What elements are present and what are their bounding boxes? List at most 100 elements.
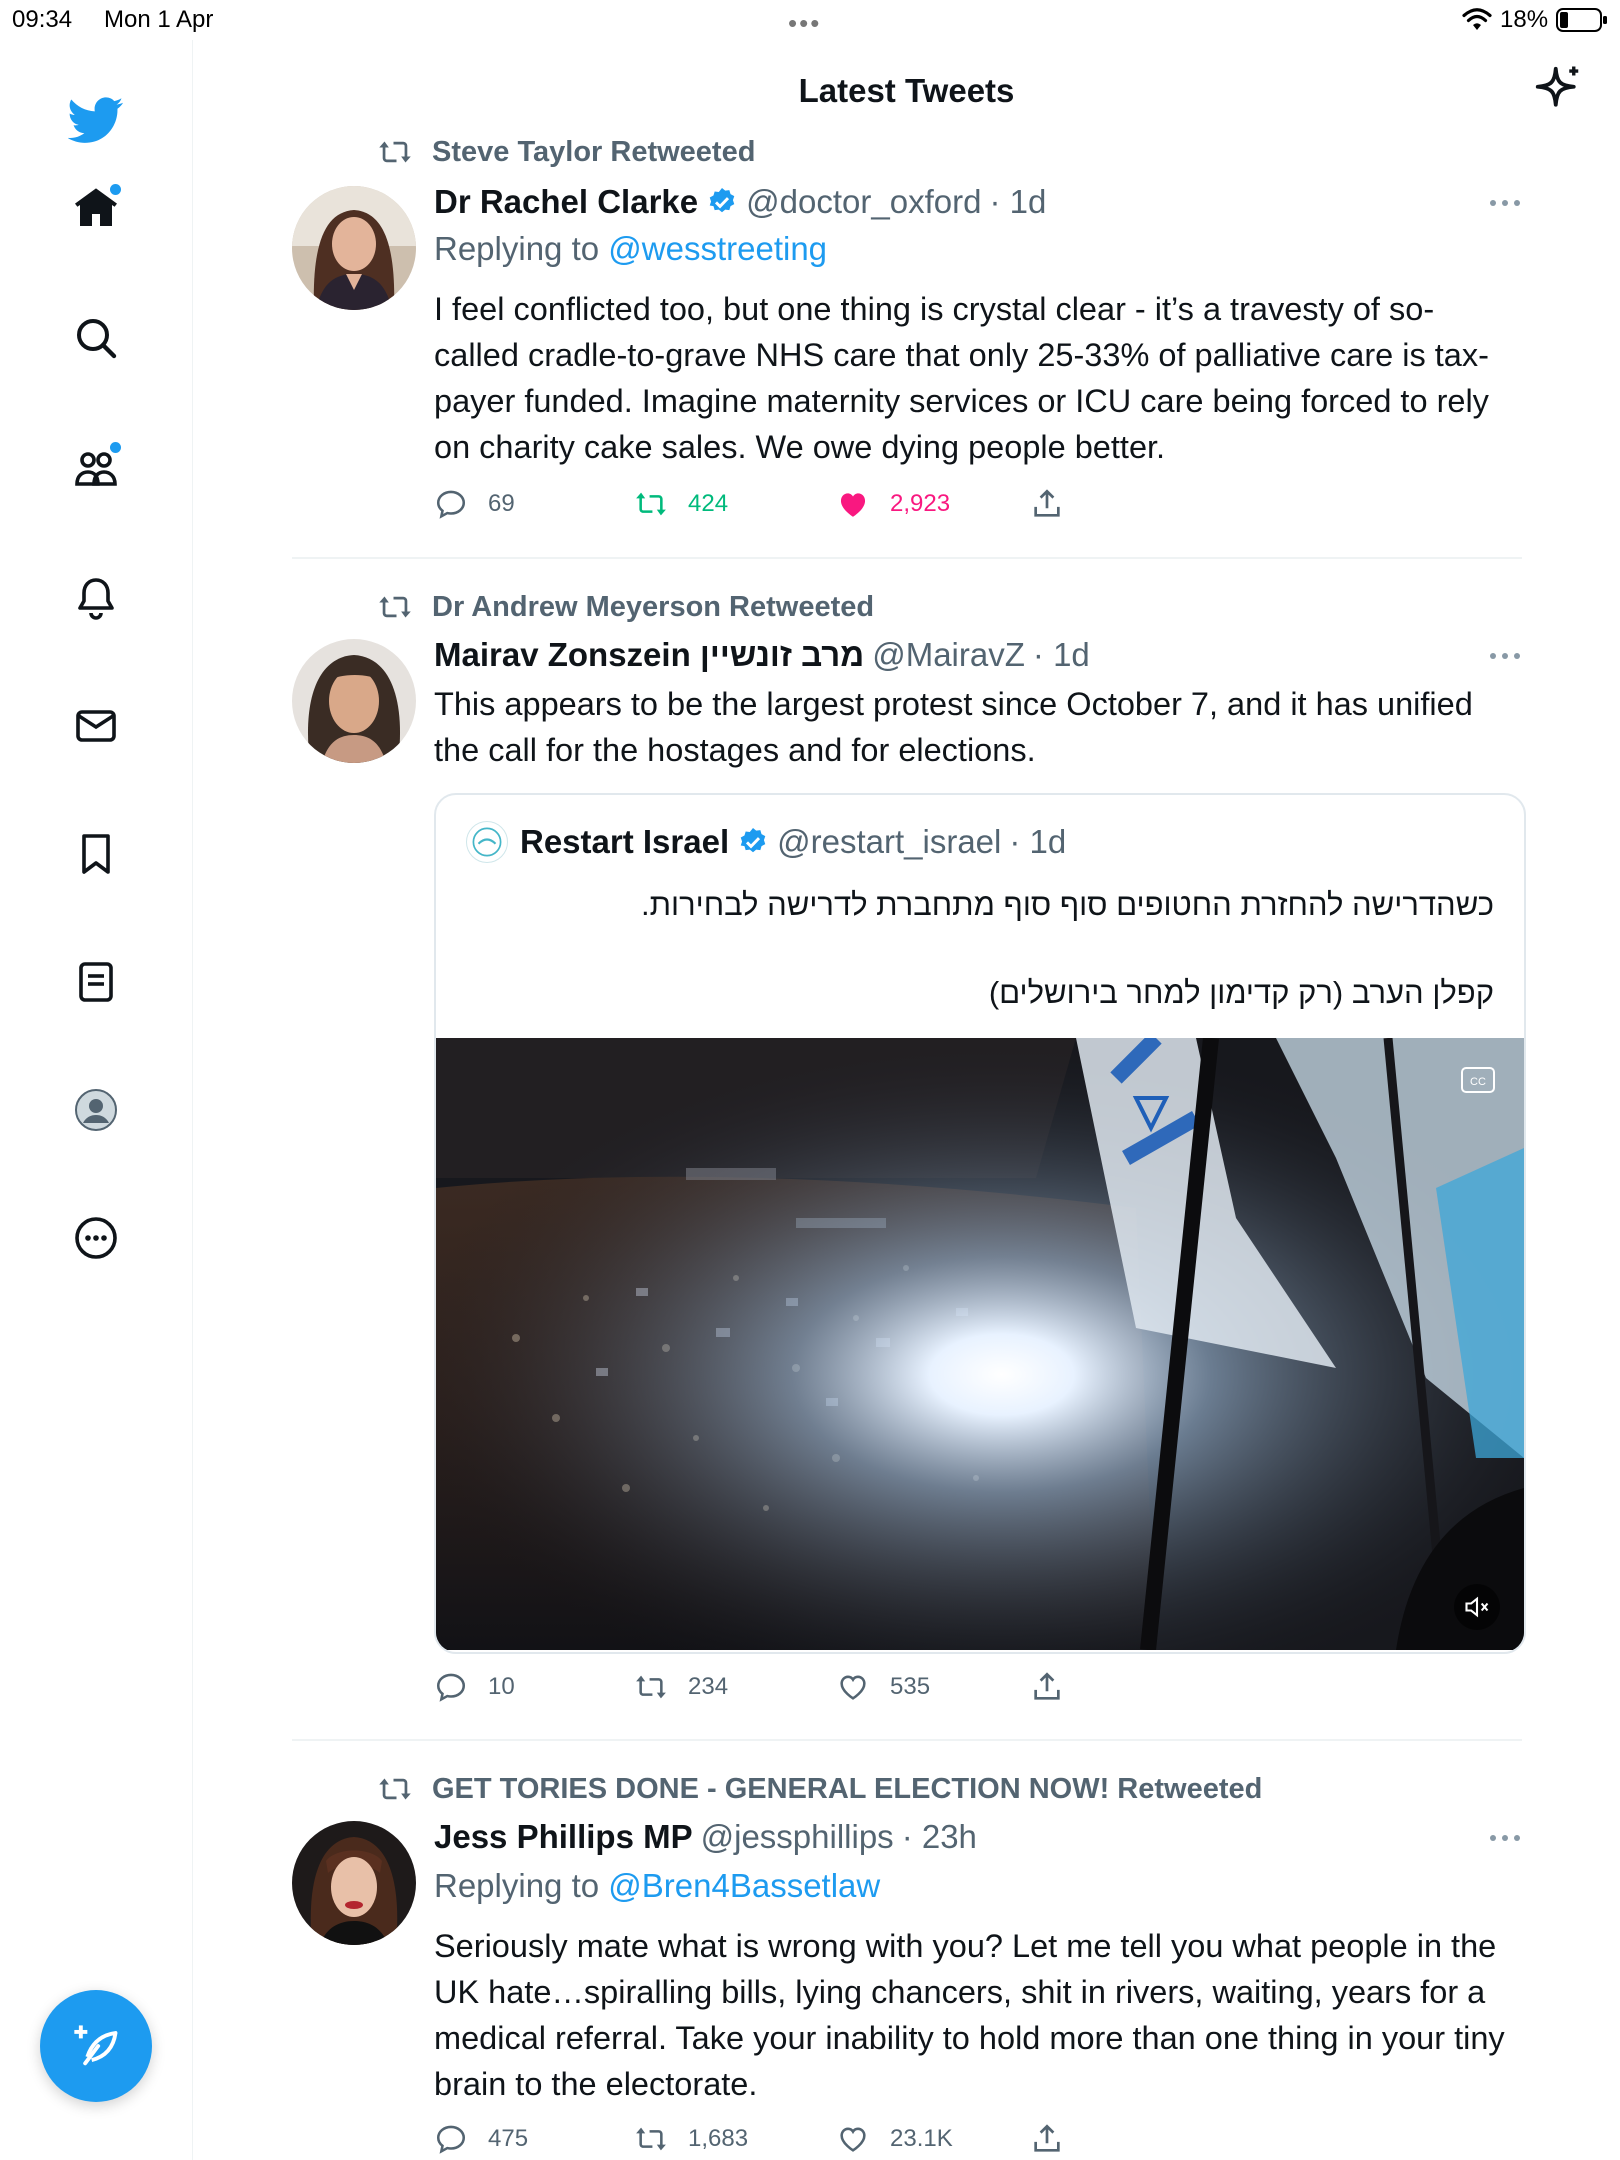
reply-button[interactable]: 475	[434, 2119, 528, 2159]
quoted-text-line-2: קפלן הערב (רק קדימון למחר בירושלים)	[988, 975, 1494, 1010]
quoted-tweet-time: · 1d	[1009, 823, 1067, 860]
avatar[interactable]	[292, 1821, 416, 1945]
like-button[interactable]: 2,923	[836, 484, 950, 524]
reply-button[interactable]: 10	[434, 1667, 515, 1707]
more-icon[interactable]	[66, 1208, 126, 1268]
retweet-button[interactable]: 234	[634, 1667, 728, 1707]
multitasking-dots-icon[interactable]: •••	[788, 8, 821, 39]
more-options-icon[interactable]	[1488, 1833, 1522, 1843]
tweet-divider	[292, 557, 1522, 559]
twitter-bird-icon[interactable]	[66, 90, 126, 150]
tweet-header: Mairav Zonszein מרב זונשיין @MairavZ · 1…	[434, 635, 1090, 675]
quoted-tweet[interactable]: Restart Israel @restart_israel · 1d כשהד…	[434, 793, 1526, 1654]
speaker-muted-icon	[1465, 1596, 1489, 1618]
avatar[interactable]	[292, 639, 416, 763]
search-icon[interactable]	[66, 308, 126, 368]
quoted-avatar	[466, 821, 508, 863]
mute-button[interactable]	[1454, 1584, 1500, 1630]
retweeted-by-label: GET TORIES DONE - GENERAL ELECTION NOW! …	[432, 1772, 1263, 1805]
reply-count: 69	[488, 490, 515, 517]
more-options-icon[interactable]	[1488, 198, 1522, 208]
tweet-actions: 69 424 2,923	[434, 484, 1134, 524]
author-name[interactable]: Mairav Zonszein מרב זונשיין	[434, 636, 864, 674]
retweeted-by[interactable]: Steve Taylor Retweeted	[376, 134, 755, 170]
quoted-author-handle: @restart_israel	[777, 823, 1002, 860]
share-button[interactable]	[1030, 1667, 1084, 1707]
share-button[interactable]	[1030, 2119, 1084, 2159]
captions-icon[interactable]: CC	[1460, 1066, 1496, 1094]
reply-count: 10	[488, 1673, 515, 1700]
author-handle[interactable]: @doctor_oxford	[746, 183, 981, 221]
avatar[interactable]	[292, 186, 416, 310]
quoted-text-line-1: כשהדרישה להחזרת החטופים סוף סוף מתחברת ל…	[641, 887, 1494, 922]
reply-icon	[436, 2125, 466, 2154]
profile-icon[interactable]	[66, 1080, 126, 1140]
author-handle[interactable]: @jessphillips	[701, 1818, 894, 1856]
retweeted-by[interactable]: Dr Andrew Meyerson Retweeted	[376, 589, 874, 625]
mail-icon[interactable]	[66, 696, 126, 756]
bell-icon[interactable]	[66, 568, 126, 628]
share-icon	[1034, 489, 1060, 517]
tweet-time[interactable]: · 23h	[902, 1818, 977, 1856]
like-count: 535	[890, 1673, 931, 1700]
bookmark-icon[interactable]	[66, 824, 126, 884]
communities-icon[interactable]	[66, 438, 126, 498]
share-button[interactable]	[1030, 484, 1084, 524]
retweet-icon	[379, 141, 411, 163]
reply-count: 475	[488, 2125, 529, 2152]
reply-icon	[436, 1673, 466, 1702]
tweet-time[interactable]: · 1d	[989, 183, 1046, 221]
battery-icon	[1556, 8, 1607, 32]
tweet[interactable]: Dr Andrew Meyerson Retweeted Mairav Zons…	[292, 585, 1526, 1715]
home-notification-dot	[110, 184, 121, 195]
replying-prefix: Replying to	[434, 230, 609, 267]
replying-to-link[interactable]: @Bren4Bassetlaw	[608, 1867, 880, 1904]
page-title: Latest Tweets	[798, 72, 1015, 109]
protest-video-thumbnail	[436, 1038, 1524, 1650]
tweet-actions: 10 234 535	[434, 1667, 1134, 1707]
sparkle-icon[interactable]	[1531, 62, 1585, 116]
compose-tweet-button[interactable]	[40, 1990, 152, 2102]
tweet-time[interactable]: · 1d	[1033, 636, 1090, 674]
quoted-author-name: Restart Israel	[520, 823, 730, 860]
tweet[interactable]: Steve Taylor Retweeted Dr Rachel Clarke …	[292, 130, 1522, 550]
retweeted-by-label: Steve Taylor Retweeted	[432, 135, 756, 168]
home-icon[interactable]	[66, 178, 126, 238]
timeline-header: Latest Tweets	[193, 40, 1620, 140]
svg-text:CC: CC	[1470, 1076, 1486, 1088]
reply-button[interactable]: 69	[434, 484, 515, 524]
tweet-header: Jess Phillips MP @jessphillips · 23h	[434, 1817, 977, 1857]
retweet-icon	[636, 492, 666, 516]
like-button[interactable]: 535	[836, 1667, 930, 1707]
like-button[interactable]: 23.1K	[836, 2119, 953, 2159]
tweet-actions: 475 1,683 23.1K	[434, 2119, 1134, 2159]
lists-icon[interactable]	[66, 952, 126, 1012]
tweet-text: This appears to be the largest protest s…	[434, 686, 1473, 768]
video-player[interactable]: CC	[436, 1038, 1524, 1650]
tweet[interactable]: GET TORIES DONE - GENERAL ELECTION NOW! …	[292, 1767, 1522, 2160]
author-name[interactable]: Jess Phillips MP	[434, 1818, 693, 1856]
retweet-button[interactable]: 424	[634, 484, 728, 524]
author-name[interactable]: Dr Rachel Clarke	[434, 183, 698, 221]
retweeted-by[interactable]: GET TORIES DONE - GENERAL ELECTION NOW! …	[376, 1771, 1262, 1807]
share-icon	[1034, 1672, 1060, 1700]
share-icon	[1034, 2124, 1060, 2152]
retweet-count: 424	[688, 490, 729, 517]
retweet-button[interactable]: 1,683	[634, 2119, 748, 2159]
compose-tweet-icon	[74, 2025, 118, 2066]
more-options-icon[interactable]	[1488, 651, 1522, 661]
status-date: Mon 1 Apr	[104, 6, 214, 33]
replying-to-link[interactable]: @wesstreeting	[608, 230, 827, 267]
retweet-icon	[636, 1675, 666, 1699]
retweet-count: 1,683	[688, 2125, 749, 2152]
replying-to: Replying to @Bren4Bassetlaw	[434, 1867, 880, 1905]
retweet-icon	[379, 596, 411, 618]
tweet-text: I feel conflicted too, but one thing is …	[434, 291, 1489, 465]
heart-icon	[840, 1675, 866, 1700]
author-handle[interactable]: @MairavZ	[872, 636, 1025, 674]
like-count: 23.1K	[890, 2125, 953, 2152]
communities-notification-dot	[110, 442, 121, 453]
sidebar	[0, 40, 193, 2160]
wifi-icon	[1462, 8, 1492, 30]
verified-badge-icon	[709, 188, 735, 213]
